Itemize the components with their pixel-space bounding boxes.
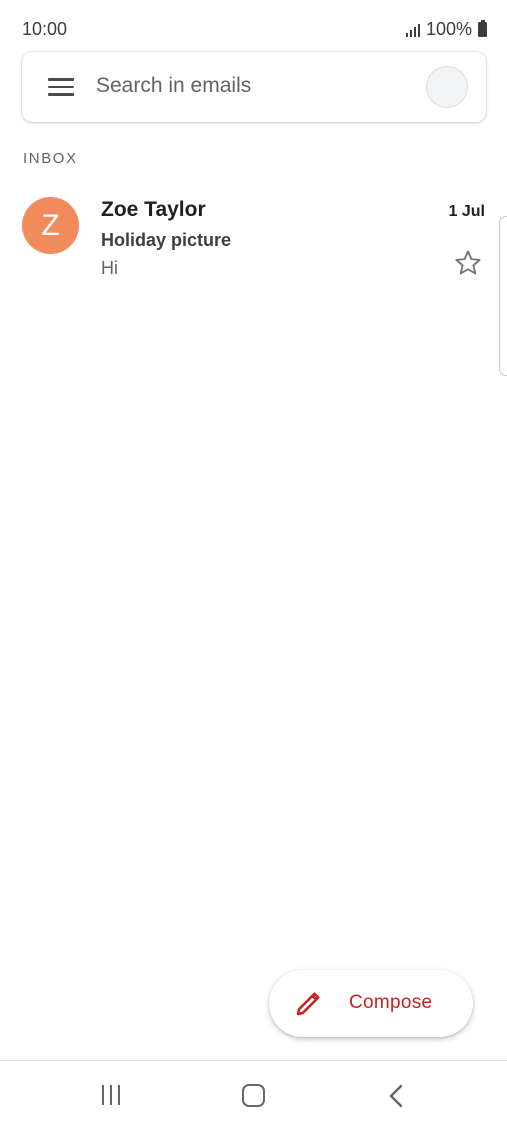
search-input[interactable]: Search in emails bbox=[96, 74, 251, 98]
home-icon[interactable] bbox=[242, 1084, 265, 1107]
sender-avatar: Z bbox=[22, 197, 79, 254]
sender-avatar-letter: Z bbox=[41, 208, 60, 242]
menu-icon[interactable] bbox=[48, 77, 76, 97]
status-bar: 10:00 100% bbox=[0, 0, 507, 56]
status-indicators: 100% bbox=[405, 19, 487, 40]
back-icon[interactable] bbox=[385, 1083, 409, 1109]
inbox-label: INBOX bbox=[23, 150, 78, 167]
email-snippet: Hi bbox=[101, 258, 118, 278]
compose-label: Compose bbox=[349, 992, 433, 1013]
signal-icon bbox=[405, 23, 420, 37]
sender-name: Zoe Taylor bbox=[101, 198, 206, 221]
email-list-item[interactable]: Z Zoe Taylor 1 Jul Holiday picture Hi bbox=[0, 188, 507, 288]
scrollbar-handle[interactable] bbox=[499, 216, 507, 376]
star-icon[interactable] bbox=[453, 248, 483, 278]
recents-icon[interactable] bbox=[100, 1085, 124, 1105]
battery-percent: 100% bbox=[425, 19, 472, 39]
search-bar[interactable]: Search in emails bbox=[22, 52, 486, 122]
account-avatar[interactable] bbox=[426, 66, 468, 108]
pencil-icon bbox=[296, 992, 320, 1016]
battery-icon bbox=[478, 20, 487, 37]
system-nav-bar bbox=[0, 1060, 507, 1128]
compose-button[interactable]: Compose bbox=[269, 970, 473, 1037]
email-subject: Holiday picture bbox=[101, 230, 232, 250]
email-date: 1 Jul bbox=[448, 203, 485, 220]
status-time: 10:00 bbox=[22, 19, 68, 39]
